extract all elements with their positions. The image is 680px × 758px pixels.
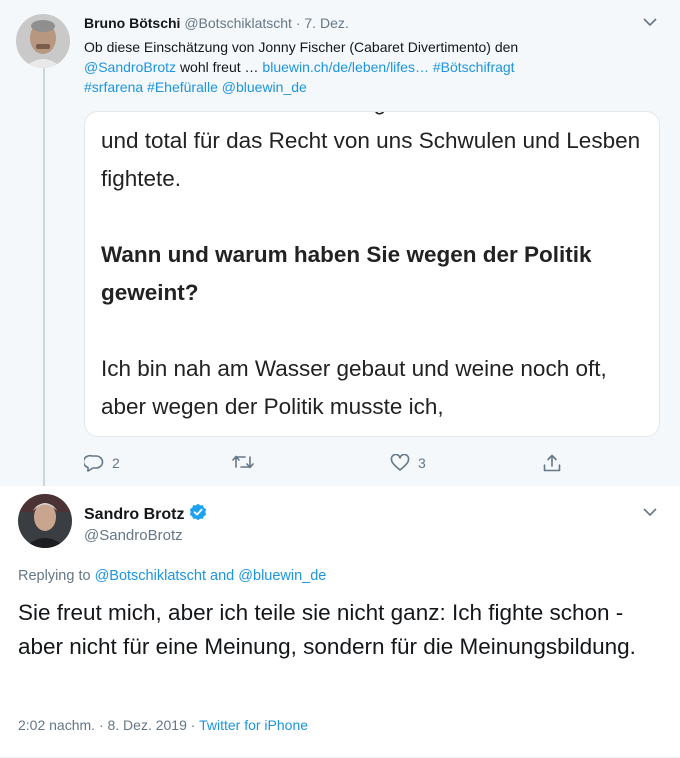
replying-prefix: Replying to: [18, 568, 91, 584]
tweet-text-mid: wohl freut …: [179, 59, 259, 75]
like-button[interactable]: 3: [390, 454, 426, 472]
hashtag-link[interactable]: #Bötschifragt: [433, 59, 515, 75]
meta-separator: ·: [190, 717, 196, 733]
chevron-down-icon[interactable]: [640, 12, 660, 32]
hashtag-link[interactable]: #Ehefüralle: [147, 79, 218, 95]
replying-to-line: Replying to @Botschiklatscht and @bluewi…: [18, 566, 326, 586]
reply-timestamp[interactable]: 2:02 nachm. · 8. Dez. 2019: [18, 717, 187, 733]
thread-connector-line: [43, 68, 45, 486]
mention-link-bluewin[interactable]: @bluewin_de: [222, 79, 307, 95]
card-paragraph-1: und total für das Recht von uns Schwulen…: [101, 128, 641, 191]
replying-and: and: [210, 568, 235, 584]
mention-link-sandrobrotz[interactable]: @SandroBrotz: [84, 59, 176, 75]
reply-tweet[interactable]: Sandro Brotz @SandroBrotz Replying to @B…: [0, 486, 680, 758]
like-icon: [390, 454, 410, 472]
author-name[interactable]: Bruno Bötschi: [84, 15, 180, 31]
share-icon: [542, 454, 562, 472]
reply-tweet-meta: 2:02 nachm. · 8. Dez. 2019 · Twitter for…: [18, 716, 308, 734]
retweet-icon: [232, 454, 254, 470]
parent-tweet-text: Ob diese Einschätzung von Jonny Fischer …: [84, 37, 654, 97]
reply-author-name-row[interactable]: Sandro Brotz: [84, 503, 207, 527]
tweet-text-intro: Ob diese Einschätzung von Jonny Fischer …: [84, 39, 519, 55]
parent-tweet-header: Bruno Bötschi @Botschiklatscht · 7. Dez.: [84, 14, 349, 32]
article-link[interactable]: bluewin.ch/de/leben/lifes…: [262, 59, 429, 75]
reply-author-handle[interactable]: @SandroBrotz: [84, 527, 183, 545]
parent-tweet[interactable]: Bruno Bötschi @Botschiklatscht · 7. Dez.…: [0, 0, 680, 486]
reply-icon: [84, 454, 104, 472]
avatar-sandro-brotz[interactable]: [18, 494, 72, 548]
chevron-down-icon[interactable]: [640, 502, 660, 522]
reply-button[interactable]: 2: [84, 454, 120, 472]
author-handle[interactable]: @Botschiklatscht: [184, 15, 292, 31]
replying-mention-botschiklatscht[interactable]: @Botschiklatscht: [95, 568, 206, 584]
replying-mention-bluewin[interactable]: @bluewin_de: [238, 568, 326, 584]
share-button[interactable]: [542, 454, 562, 472]
header-separator: ·: [295, 15, 301, 31]
card-question: Wann und warum haben Sie wegen der Polit…: [101, 242, 592, 305]
card-cut-line: vermehrt der Schweiz bezogen hat: [101, 112, 641, 122]
card-text-image: vermehrt der Schweiz bezogen hat und tota…: [101, 112, 641, 436]
tweet-date[interactable]: 7. Dez.: [304, 15, 348, 31]
card-paragraph-2: Ich bin nah am Wasser gebaut und weine n…: [101, 356, 607, 419]
retweet-button[interactable]: [232, 454, 262, 470]
verified-badge-icon: [189, 503, 207, 527]
tweet-source-link[interactable]: Twitter for iPhone: [199, 717, 308, 733]
hashtag-link[interactable]: #srfarena: [84, 79, 143, 95]
tweet-actions: 2 3: [84, 454, 584, 476]
like-count: 3: [418, 455, 426, 471]
reply-count: 2: [112, 455, 120, 471]
avatar-bruno-botschi[interactable]: [16, 14, 70, 68]
reply-author-name[interactable]: Sandro Brotz: [84, 505, 184, 525]
reply-tweet-text: Sie freut mich, aber ich teile sie nicht…: [18, 600, 636, 659]
image-card[interactable]: vermehrt der Schweiz bezogen hat und tota…: [84, 111, 660, 437]
